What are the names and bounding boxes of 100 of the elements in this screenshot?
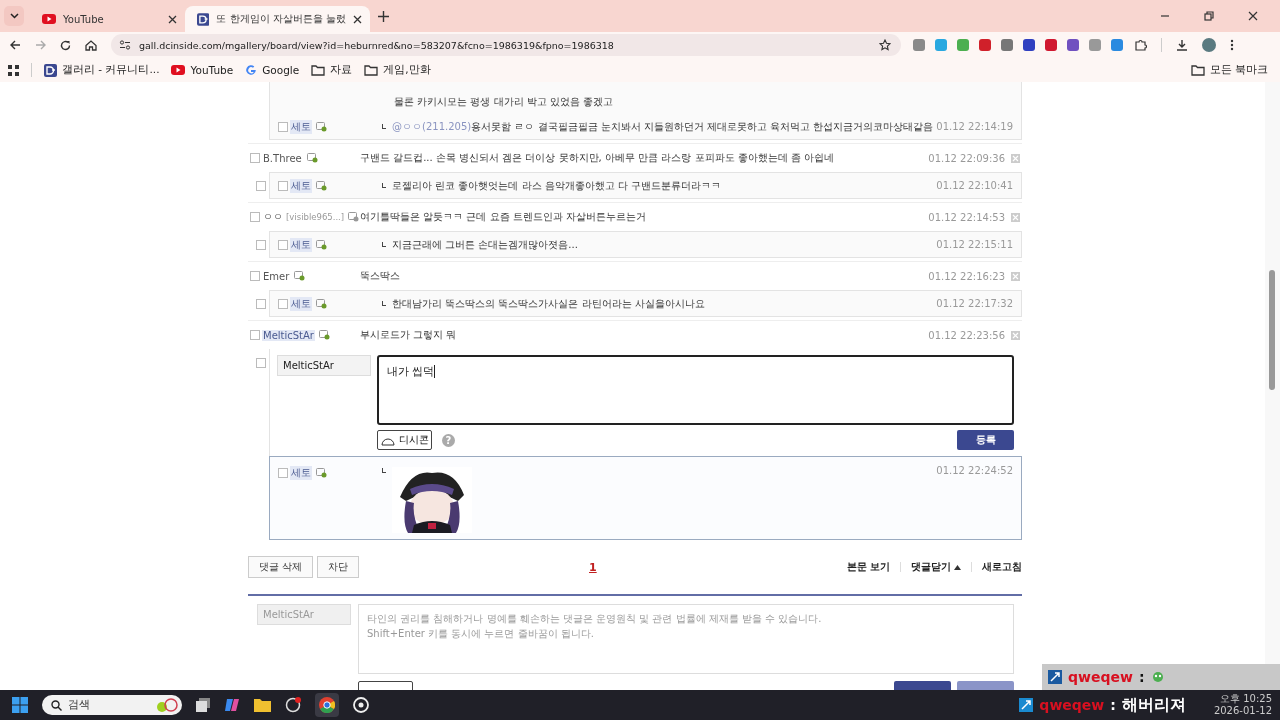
address-bar[interactable]: gall.dcinside.com/mgallery/board/view?id=heburnred&no=583207&fcno=1986319&fpno=1986318 bbox=[111, 34, 901, 56]
extension-icon[interactable] bbox=[979, 39, 991, 51]
extension-icon[interactable] bbox=[1111, 39, 1123, 51]
browser-tab[interactable]: YouTube bbox=[30, 6, 185, 32]
user-name[interactable]: MelticStAr bbox=[262, 329, 315, 341]
text-cursor bbox=[434, 365, 436, 378]
user-name[interactable]: 세토 bbox=[290, 296, 312, 311]
reply-arrow-icon bbox=[382, 242, 386, 247]
search-icon bbox=[51, 699, 62, 711]
bookmark-item[interactable]: 갤러리 - 커뮤니티... bbox=[44, 63, 160, 77]
comment-text: 부시로드가 그렇지 뭐 bbox=[360, 328, 458, 342]
scroll-thumb[interactable] bbox=[1269, 270, 1275, 390]
user-icon bbox=[319, 330, 330, 340]
checkbox[interactable] bbox=[256, 240, 266, 250]
emote-icon bbox=[1150, 670, 1165, 684]
action-button[interactable]: 댓글 삭제 bbox=[248, 556, 314, 578]
bookmark-item[interactable]: 게임,만화 bbox=[364, 63, 431, 77]
comment-time: 01.12 22:14:53 bbox=[928, 211, 1005, 223]
forward-icon[interactable] bbox=[35, 40, 46, 50]
checkbox[interactable] bbox=[278, 239, 288, 250]
chat-app-icon[interactable] bbox=[353, 697, 369, 713]
back-icon[interactable] bbox=[10, 40, 21, 50]
home-icon[interactable] bbox=[85, 39, 97, 51]
extension-icon[interactable] bbox=[1001, 39, 1013, 51]
apps-icon[interactable] bbox=[8, 64, 19, 76]
reply-input[interactable]: 내가 씹덕 bbox=[377, 355, 1014, 425]
toolbar-link[interactable]: 새로고침 bbox=[982, 560, 1022, 574]
user-ip: [visible965...] bbox=[286, 212, 345, 222]
bookmark-item[interactable]: 모든 북마크 bbox=[1190, 63, 1268, 77]
checkbox[interactable] bbox=[256, 181, 266, 191]
checkbox[interactable] bbox=[278, 121, 288, 132]
comment-time: 01.12 22:16:23 bbox=[928, 270, 1005, 282]
restore-icon[interactable] bbox=[1204, 11, 1214, 21]
user-name[interactable]: B.Three bbox=[262, 152, 303, 164]
bookmark-item[interactable]: 자료 bbox=[311, 63, 353, 77]
close-icon[interactable] bbox=[353, 14, 362, 24]
toolbar-link[interactable]: 댓글닫기 bbox=[911, 560, 961, 574]
user-name[interactable]: Emer bbox=[262, 270, 291, 282]
checkbox[interactable] bbox=[256, 299, 266, 309]
comment-input[interactable]: 타인의 권리를 침해하거나 명예를 훼손하는 댓글은 운영원칙 및 관련 법률에 제재를 받을 수 있습니다. Shift+Enter 키를 동시에 누르면 줄바꿈이 됩니다. bbox=[358, 604, 1014, 674]
submit-button[interactable]: 등록 bbox=[957, 430, 1014, 450]
download-icon[interactable] bbox=[1176, 39, 1188, 51]
dccon-button[interactable]: 디시콘 bbox=[377, 430, 432, 450]
user-name[interactable]: 세토 bbox=[290, 119, 312, 134]
bookmark-item[interactable]: Google bbox=[245, 64, 300, 76]
windows-start-icon[interactable] bbox=[12, 697, 28, 713]
user-icon bbox=[306, 153, 318, 163]
checkbox[interactable] bbox=[256, 358, 266, 368]
user-name[interactable]: 세토 bbox=[290, 466, 312, 480]
extension-icon[interactable] bbox=[1045, 39, 1057, 51]
gallery-icon bbox=[197, 12, 210, 26]
action-button[interactable]: 차단 bbox=[317, 556, 360, 578]
checkbox[interactable] bbox=[250, 212, 260, 222]
reply-arrow-icon bbox=[382, 183, 386, 188]
chat-message: 해버리져 bbox=[1121, 694, 1186, 716]
page-link[interactable]: 1 bbox=[589, 560, 597, 574]
checkbox[interactable] bbox=[250, 153, 260, 163]
user-name[interactable]: ㅇㅇ bbox=[262, 210, 284, 224]
user-name[interactable]: 세토 bbox=[290, 178, 312, 193]
task-view-icon[interactable] bbox=[196, 698, 210, 712]
reload-icon[interactable] bbox=[60, 39, 71, 51]
toolbar-link[interactable]: 본문 보기 bbox=[846, 560, 890, 574]
browser-tab[interactable]: 또 한게임이 자살버튼을 눌렀 bbox=[185, 6, 370, 32]
checkbox[interactable] bbox=[278, 298, 288, 309]
comment-text: 뚝스딱스 bbox=[360, 269, 401, 283]
extension-icon[interactable] bbox=[1067, 39, 1079, 51]
taskbar-search[interactable]: 검색 bbox=[42, 695, 182, 715]
name-field[interactable]: MelticStAr bbox=[277, 355, 371, 376]
user-icon bbox=[316, 180, 327, 191]
site-settings-icon[interactable] bbox=[119, 40, 131, 50]
bookmark-item[interactable]: YouTube bbox=[171, 64, 234, 76]
extension-icon[interactable] bbox=[913, 39, 925, 51]
checkbox[interactable] bbox=[278, 180, 288, 191]
folder-icon[interactable] bbox=[254, 698, 271, 712]
app-icon[interactable] bbox=[285, 697, 301, 713]
close-icon[interactable] bbox=[1248, 11, 1258, 21]
bookmark-label: 갤러리 - 커뮤니티... bbox=[62, 63, 160, 77]
user-icon bbox=[294, 271, 306, 281]
reply-time: 01.12 22:14:19 bbox=[936, 121, 1013, 132]
reply-arrow-icon bbox=[382, 468, 386, 473]
checkbox[interactable] bbox=[278, 468, 288, 478]
checkbox[interactable] bbox=[250, 330, 260, 340]
tab-menu-button[interactable] bbox=[4, 6, 24, 26]
bookmark-label: 자료 bbox=[330, 63, 353, 77]
extensions-puzzle-icon[interactable] bbox=[1135, 39, 1147, 51]
user-name[interactable]: 세토 bbox=[290, 237, 312, 252]
chat-user: qweqew bbox=[1068, 669, 1133, 685]
close-icon[interactable] bbox=[168, 14, 177, 24]
reply-text: 지금근래에 그버튼 손대는겜개많아졋음... bbox=[392, 237, 579, 252]
reply-time: 01.12 22:17:32 bbox=[936, 298, 1013, 309]
youtube-icon bbox=[42, 14, 56, 24]
copilot-icon[interactable] bbox=[224, 697, 240, 713]
checkbox[interactable] bbox=[250, 271, 260, 281]
clock-time: 오후 10:25 bbox=[1220, 692, 1272, 705]
bookmark-star-icon[interactable] bbox=[879, 39, 891, 51]
extension-icon[interactable] bbox=[1023, 39, 1035, 51]
menu-icon[interactable] bbox=[1230, 39, 1234, 51]
chrome-taskbar-icon[interactable] bbox=[315, 693, 339, 717]
avatar-icon[interactable] bbox=[1202, 38, 1216, 52]
new-tab-icon[interactable] bbox=[378, 10, 389, 22]
